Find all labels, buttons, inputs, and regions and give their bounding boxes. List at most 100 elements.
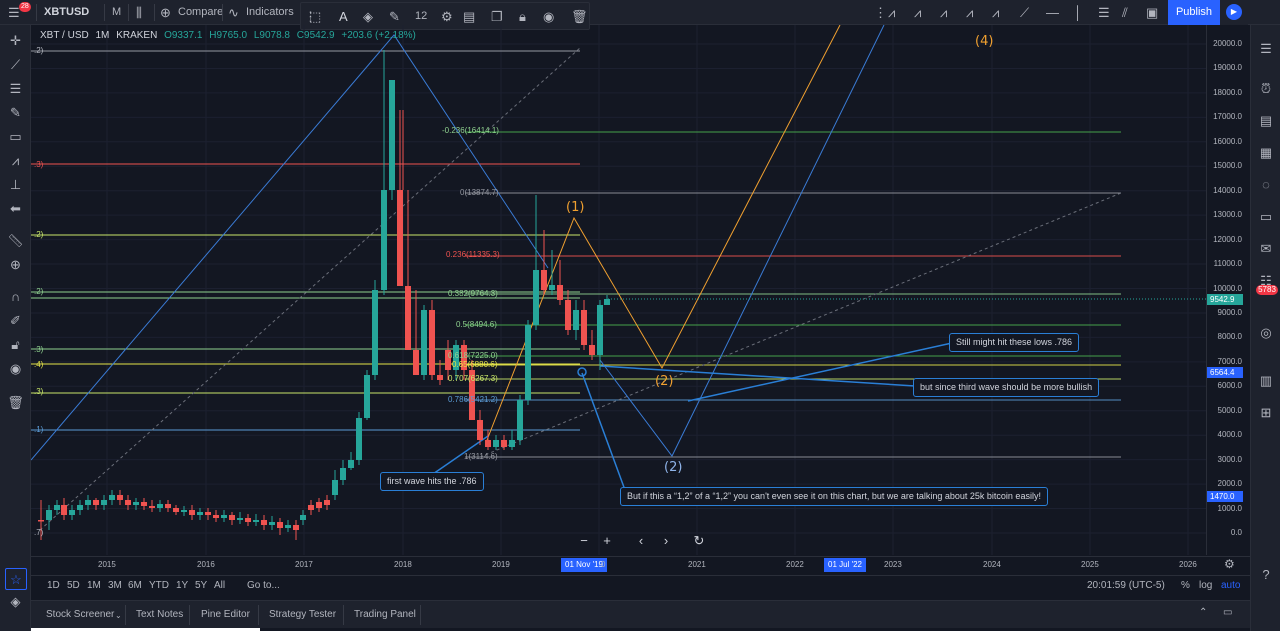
elliott-wave-icon[interactable]: ⩘	[940, 0, 947, 25]
publish-dropdown[interactable]: ▶	[1220, 0, 1248, 25]
range-1m[interactable]: 1M	[87, 580, 101, 591]
back-arrow-icon[interactable]: ⬅	[0, 198, 31, 220]
tab-trading-panel[interactable]: Trading Panel	[354, 609, 416, 620]
measure-icon[interactable]: ⊥	[0, 174, 31, 196]
bottom-panel-tabs: Stock Screener ⌄ Text Notes Pine Editor …	[31, 600, 1250, 628]
lock-drawings-icon[interactable]: 🔓︎	[0, 334, 31, 356]
range-5d[interactable]: 5D	[67, 580, 80, 591]
chats-icon[interactable]: ◎	[1251, 321, 1280, 345]
vertical-line-icon[interactable]: │	[1074, 0, 1082, 25]
y-tick: 11000.0	[1213, 259, 1242, 269]
zoom-in-icon[interactable]: ⊕	[0, 254, 31, 276]
zoom-out-button[interactable]: −	[575, 533, 593, 549]
interval-button[interactable]: M	[112, 0, 121, 25]
ideas-icon[interactable]: ◌	[1251, 173, 1280, 197]
news-icon[interactable]: ▤	[1251, 109, 1280, 133]
indicators-icon[interactable]: ∿	[228, 0, 239, 25]
y-tick: 16000.0	[1213, 136, 1242, 146]
fib-retracement-icon[interactable]: ☰	[0, 78, 31, 100]
horizontal-line-icon[interactable]: ―	[1046, 0, 1059, 25]
x-tick: 2023	[884, 560, 902, 569]
text-note-icon[interactable]: ▭	[0, 126, 31, 148]
reset-chart-button[interactable]: ↻	[690, 533, 708, 549]
range-3m[interactable]: 3M	[108, 580, 122, 591]
parallel-channel-icon[interactable]: ☰	[1098, 0, 1110, 25]
range-ytd[interactable]: YTD	[149, 580, 169, 591]
compare-button[interactable]: Compare	[178, 0, 223, 25]
calendar-icon[interactable]: ▦	[1251, 141, 1280, 165]
callout-third-wave[interactable]: but since third wave should be more bull…	[913, 378, 1100, 397]
order-panel-icon[interactable]: ⊞	[1251, 401, 1280, 425]
tab-strategy-tester[interactable]: Strategy Tester	[269, 609, 336, 620]
data-window-icon[interactable]: ▥	[1251, 369, 1280, 393]
fib-left-label: .1)	[34, 425, 44, 434]
stay-drawing-icon[interactable]: ✐	[0, 310, 31, 332]
range-6m[interactable]: 6M	[128, 580, 142, 591]
pitchfork-icon[interactable]: ⫽	[1122, 0, 1128, 25]
candle-body	[308, 505, 314, 510]
help-icon[interactable]: ?	[1251, 563, 1280, 587]
candle-body	[509, 440, 515, 447]
streams-icon[interactable]: ▭	[1251, 205, 1280, 229]
drag-handle-icon[interactable]: ⋮	[874, 0, 887, 25]
last-price-label: 9542.9	[1207, 294, 1243, 305]
trend-line-icon[interactable]: ⟋	[1020, 0, 1029, 25]
chevron-down-icon[interactable]: ⌄	[115, 611, 122, 620]
x-tick: 2024	[983, 560, 1001, 569]
brush-icon[interactable]: ✎	[0, 102, 31, 124]
end-date-label: 01 Jul '22	[824, 558, 866, 572]
candle-body	[381, 190, 387, 290]
percent-toggle[interactable]: %	[1181, 580, 1190, 591]
log-toggle[interactable]: log	[1199, 580, 1212, 591]
goto-button[interactable]: Go to...	[247, 580, 280, 591]
magnet-icon[interactable]: ∩	[0, 286, 31, 308]
callout-25k[interactable]: But if this a “1,2” of a “1,2” you can't…	[620, 487, 1048, 506]
abcd-pattern-icon[interactable]: ⩘	[914, 0, 921, 25]
xabcd-pattern-icon[interactable]: ⩘	[888, 0, 895, 25]
trend-line-icon[interactable]: ⟋	[0, 54, 31, 76]
maximize-panel-icon[interactable]: ▭	[1223, 607, 1232, 618]
wxy-correction-icon[interactable]: ⩘	[992, 0, 999, 25]
pattern-icon[interactable]: ⩘	[0, 150, 31, 172]
compare-plus-icon[interactable]: ⊕	[160, 0, 171, 25]
abc-correction-icon[interactable]: ⩘	[966, 0, 973, 25]
scroll-left-button[interactable]: ‹	[632, 533, 650, 549]
clock-time[interactable]: 20:01:59 (UTC-5)	[1087, 580, 1165, 591]
candle-body	[109, 495, 115, 500]
menu-icon[interactable]: ☰	[8, 0, 20, 25]
range-1y[interactable]: 1Y	[176, 580, 188, 591]
remove-drawings-icon[interactable]: 🗑︎	[0, 392, 31, 414]
scroll-right-button[interactable]: ›	[657, 533, 675, 549]
range-5y[interactable]: 5Y	[195, 580, 207, 591]
indicators-button[interactable]: Indicators	[246, 0, 294, 25]
tab-pine-editor[interactable]: Pine Editor	[201, 609, 250, 620]
tab-text-notes[interactable]: Text Notes	[136, 609, 183, 620]
legend-high: H9765.0	[209, 30, 248, 41]
crosshair-icon[interactable]: ✛	[0, 30, 31, 52]
wave-label-2-blue: (2)	[664, 460, 683, 475]
camera-icon[interactable]: ▣	[1146, 0, 1158, 25]
range-all[interactable]: All	[214, 580, 225, 591]
symbol-search[interactable]: XBTUSD	[44, 0, 89, 25]
tab-stock-screener[interactable]: Stock Screener	[46, 609, 114, 620]
fib-level-label: 0.5(8494.6)	[456, 320, 497, 329]
callout-still-might-hit[interactable]: Still might hit these lows .786	[949, 333, 1080, 352]
watchlist-icon[interactable]: ☰	[1251, 37, 1280, 61]
axis-settings-icon[interactable]: ⚙	[1224, 557, 1235, 571]
bar-style-icon[interactable]: ⫼	[136, 0, 142, 25]
ruler-icon[interactable]: 📏︎	[0, 230, 31, 252]
x-tick: 2021	[688, 560, 706, 569]
publish-button[interactable]: Publish	[1168, 0, 1220, 25]
price-chart[interactable]	[31, 25, 1206, 555]
layers-icon[interactable]: ◈	[0, 591, 31, 613]
alerts-icon[interactable]: ⏰︎	[1251, 77, 1280, 101]
zoom-in-button[interactable]: +	[598, 533, 616, 549]
callout-first-wave[interactable]: first wave hits the .786	[380, 472, 484, 491]
chat-icon[interactable]: ✉	[1251, 237, 1280, 261]
hide-drawings-icon[interactable]: ◉	[0, 358, 31, 380]
range-1d[interactable]: 1D	[47, 580, 60, 591]
auto-toggle[interactable]: auto	[1221, 580, 1240, 591]
collapse-panel-icon[interactable]: ⌃	[1199, 607, 1207, 618]
time-axis[interactable]: 2015 2016 2017 2018 2019 01 Nov '19 0 20…	[31, 556, 1250, 573]
favorites-star-icon[interactable]: ☆	[5, 568, 27, 590]
